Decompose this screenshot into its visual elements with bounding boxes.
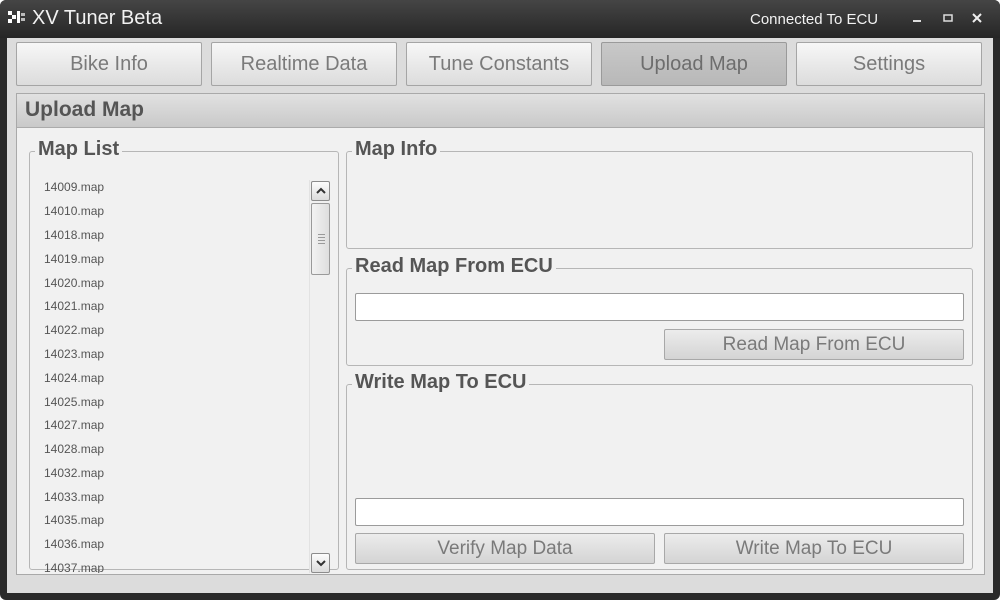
window-title: XV Tuner Beta: [32, 7, 163, 29]
scroll-up-button[interactable]: [311, 181, 330, 201]
list-item[interactable]: 14032.map: [44, 466, 104, 480]
map-list-scrollbar[interactable]: [309, 180, 330, 573]
list-item[interactable]: 14018.map: [44, 228, 104, 242]
tab-bar: Bike Info Realtime Data Tune Constants U…: [16, 42, 984, 88]
list-item[interactable]: 14025.map: [44, 395, 104, 409]
list-item[interactable]: 14019.map: [44, 252, 104, 266]
read-map-path-input[interactable]: [355, 293, 964, 321]
tab-bike-info[interactable]: Bike Info: [16, 42, 202, 86]
list-item[interactable]: 14009.map: [44, 180, 104, 194]
list-item[interactable]: 14010.map: [44, 204, 104, 218]
list-item[interactable]: 14023.map: [44, 347, 104, 361]
chevron-down-icon: [315, 560, 326, 567]
verify-map-button[interactable]: Verify Map Data: [355, 533, 655, 564]
maximize-icon[interactable]: [937, 8, 959, 28]
grip-line: [318, 234, 325, 235]
list-item[interactable]: 14028.map: [44, 442, 104, 456]
app-window: XV Tuner Beta Connected To ECU Bike Info…: [0, 0, 1000, 600]
map-list-legend: Map List: [35, 138, 123, 161]
read-map-group: Read Map From ECU Read Map From ECU: [346, 255, 973, 366]
read-map-legend: Read Map From ECU: [352, 255, 556, 278]
panel-title: Upload Map: [25, 98, 144, 121]
list-item[interactable]: 14037.map: [44, 561, 104, 573]
list-item[interactable]: 14035.map: [44, 513, 104, 527]
list-item[interactable]: 14036.map: [44, 537, 104, 551]
list-item[interactable]: 14024.map: [44, 371, 104, 385]
write-map-group: Write Map To ECU Verify Map Data Write M…: [346, 371, 973, 570]
chevron-up-icon: [315, 187, 326, 194]
write-map-legend: Write Map To ECU: [352, 371, 530, 394]
connection-status: Connected To ECU: [750, 11, 879, 28]
list-item[interactable]: 14022.map: [44, 323, 104, 337]
write-map-button[interactable]: Write Map To ECU: [664, 533, 964, 564]
scroll-thumb[interactable]: [311, 203, 330, 275]
panel-header: Upload Map: [17, 94, 984, 128]
grip-line: [318, 240, 325, 241]
tab-realtime-data[interactable]: Realtime Data: [211, 42, 397, 86]
map-info-group: Map Info: [346, 138, 973, 249]
map-info-legend: Map Info: [352, 138, 441, 161]
upload-map-panel: Upload Map Map List 14009.map 14010.map …: [16, 93, 985, 575]
grip-line: [318, 237, 325, 238]
list-item[interactable]: 14033.map: [44, 490, 104, 504]
minimize-icon[interactable]: [906, 8, 928, 28]
write-map-path-input[interactable]: [355, 498, 964, 526]
tab-settings[interactable]: Settings: [796, 42, 982, 86]
read-map-button[interactable]: Read Map From ECU: [664, 329, 964, 360]
app-logo-icon: [8, 10, 26, 26]
list-item[interactable]: 14027.map: [44, 418, 104, 432]
title-bar[interactable]: XV Tuner Beta Connected To ECU: [0, 0, 1000, 38]
map-list[interactable]: 14009.map 14010.map 14018.map 14019.map …: [34, 160, 330, 573]
list-item[interactable]: 14021.map: [44, 299, 104, 313]
list-item[interactable]: 14020.map: [44, 276, 104, 290]
grip-line: [318, 243, 325, 244]
client-area: Bike Info Realtime Data Tune Constants U…: [7, 38, 993, 593]
close-icon[interactable]: [966, 8, 988, 28]
tab-upload-map[interactable]: Upload Map: [601, 42, 787, 86]
tab-tune-constants[interactable]: Tune Constants: [406, 42, 592, 86]
map-list-group: Map List 14009.map 14010.map 14018.map 1…: [29, 138, 339, 573]
scroll-down-button[interactable]: [311, 553, 330, 573]
